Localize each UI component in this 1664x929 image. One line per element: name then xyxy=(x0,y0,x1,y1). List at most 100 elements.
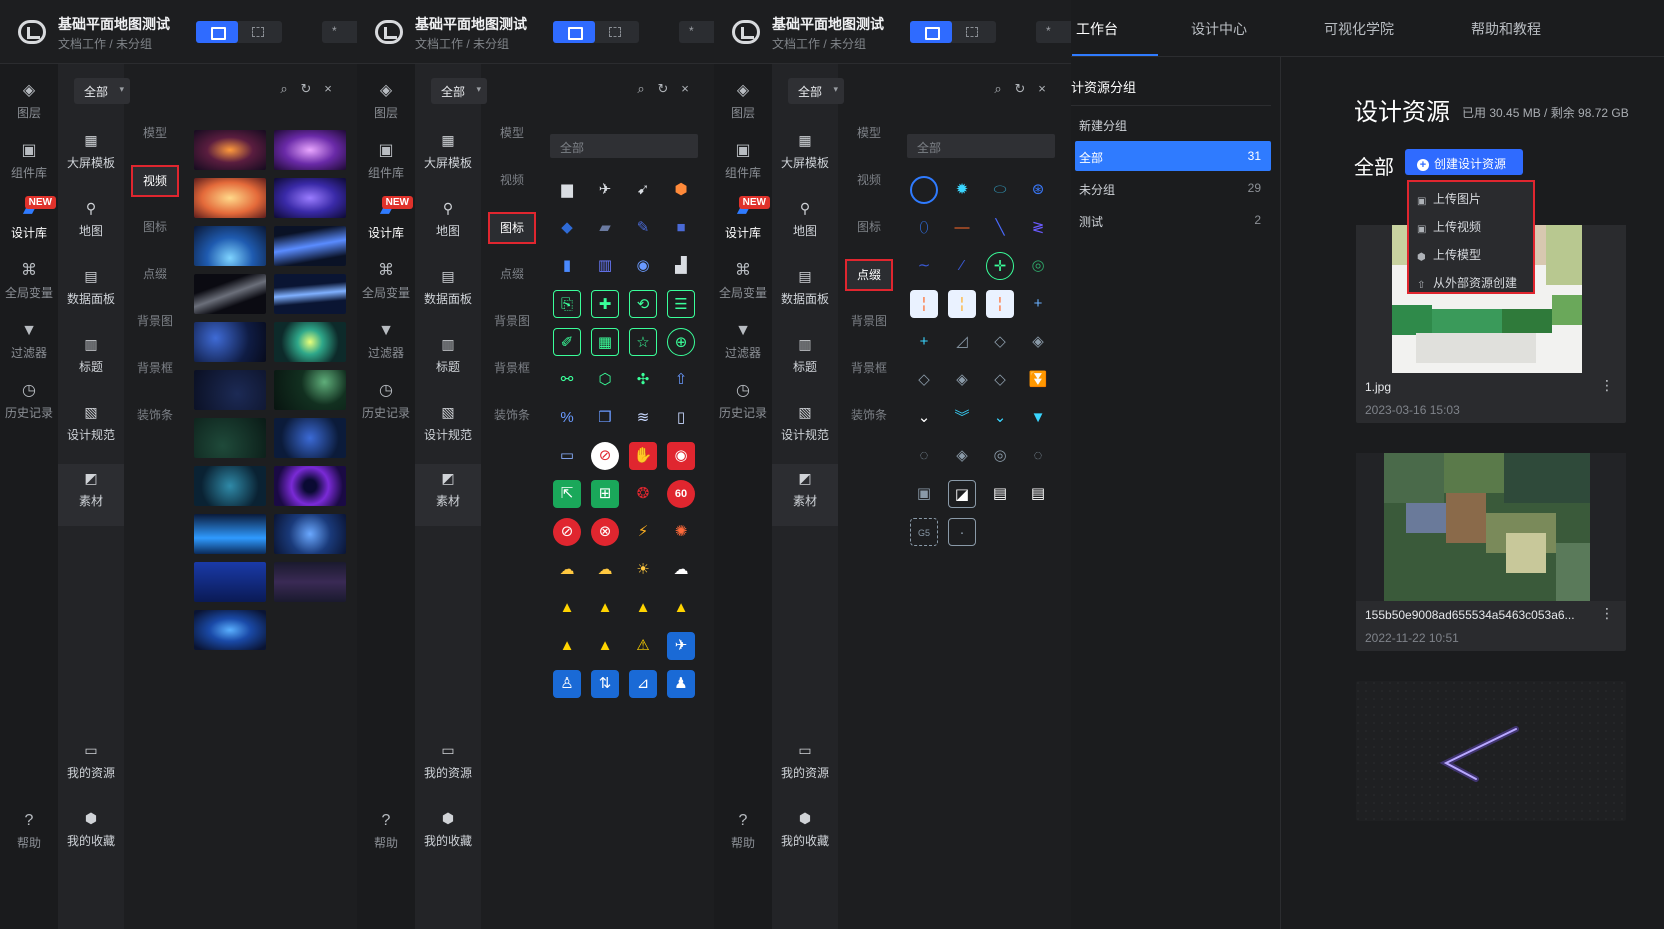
square-dot-icon[interactable]: · xyxy=(948,518,976,546)
video-thumb[interactable] xyxy=(194,178,266,218)
cat-template[interactable]: ▦ 大屏模板 xyxy=(772,126,838,188)
video-thumb[interactable] xyxy=(194,514,266,554)
circle-swirl-icon[interactable]: ◎ xyxy=(986,442,1014,470)
type-ornament[interactable]: 点缀 xyxy=(838,259,900,306)
corner-icon[interactable]: ◿ xyxy=(948,328,976,356)
medical-icon[interactable]: ✚ xyxy=(591,290,619,318)
video-thumb[interactable] xyxy=(274,226,346,266)
nav-design-library[interactable]: NEW ▰ 设计库 xyxy=(0,196,58,262)
close-icon[interactable]: × xyxy=(678,82,692,96)
edit-mode-icon[interactable] xyxy=(910,21,952,43)
bed-icon[interactable]: ⊞ xyxy=(591,480,619,508)
nav-variables[interactable]: ⌘ 全局变量 xyxy=(357,262,415,322)
group-item[interactable]: 测试 2 xyxy=(1075,205,1271,235)
type-ornament[interactable]: 点缀 xyxy=(124,259,186,306)
edit-mode-icon[interactable] xyxy=(196,21,238,43)
plane-icon[interactable]: ✈ xyxy=(591,176,619,204)
mode-switch[interactable] xyxy=(196,21,282,43)
cat-material[interactable]: ◩ 素材 xyxy=(58,464,124,526)
cat-panel[interactable]: ▤ 数据面板 xyxy=(58,262,124,324)
nodes-icon[interactable]: ✣ xyxy=(629,366,657,394)
cat-my-resources[interactable]: ▭ 我的资源 xyxy=(772,736,838,798)
cat-title[interactable]: ▥ 标题 xyxy=(58,330,124,392)
cat-panel[interactable]: ▤ 数据面板 xyxy=(415,262,481,324)
preview-mode-icon[interactable] xyxy=(252,27,264,37)
type-bar[interactable]: 装饰条 xyxy=(481,400,543,447)
cat-favorites[interactable]: ⬢ 我的收藏 xyxy=(415,804,481,866)
orbit-icon[interactable]: ⊛ xyxy=(1024,176,1052,204)
cube-icon[interactable]: ■ xyxy=(667,214,695,242)
door-icon[interactable]: ▯ xyxy=(667,404,695,432)
cat-spec[interactable]: ▧ 设计规范 xyxy=(772,398,838,460)
cat-favorites[interactable]: ⬢ 我的收藏 xyxy=(772,804,838,866)
diamond-arrows-icon[interactable]: ◈ xyxy=(948,366,976,394)
refresh-icon[interactable]: ↻ xyxy=(1013,82,1027,96)
arc-icon[interactable]: ⁄ xyxy=(948,252,976,280)
extra-chip[interactable]: * xyxy=(1036,21,1076,43)
no-parking-icon[interactable]: ⊘ xyxy=(553,518,581,546)
refresh-icon[interactable]: ↻ xyxy=(656,82,670,96)
plus-cyan-icon[interactable]: + xyxy=(910,328,938,356)
arrows-out-icon[interactable]: ◇ xyxy=(910,366,938,394)
video-thumb[interactable] xyxy=(194,370,266,410)
video-thumb[interactable] xyxy=(194,610,266,650)
cat-panel[interactable]: ▤ 数据面板 xyxy=(772,262,838,324)
type-icon[interactable]: 图标 xyxy=(838,212,900,259)
nav-layers[interactable]: ◈ 图层 xyxy=(0,82,58,142)
cabinet2-icon[interactable]: ▤ xyxy=(1024,480,1052,508)
tab-design-center[interactable]: 设计中心 xyxy=(1191,19,1247,39)
network-icon[interactable]: ⚯ xyxy=(553,366,581,394)
diamond-arrows2-icon[interactable]: ◇ xyxy=(986,366,1014,394)
resource-card[interactable]: 155b50e9008ad655534a5463c053a6... 2022-1… xyxy=(1356,453,1626,651)
type-bar[interactable]: 装饰条 xyxy=(838,400,900,447)
video-thumb[interactable] xyxy=(194,130,266,170)
mode-switch[interactable] xyxy=(910,21,996,43)
cat-spec[interactable]: ▧ 设计规范 xyxy=(58,398,124,460)
type-background[interactable]: 背景图 xyxy=(124,306,186,353)
stairs-icon[interactable]: ⊿ xyxy=(629,670,657,698)
warning-fire-icon[interactable]: ▲ xyxy=(553,594,581,622)
preview-mode-icon[interactable] xyxy=(966,27,978,37)
video-thumb[interactable] xyxy=(274,418,346,458)
video-thumb[interactable] xyxy=(194,274,266,314)
video-thumb[interactable] xyxy=(194,418,266,458)
cat-spec[interactable]: ▧ 设计规范 xyxy=(415,398,481,460)
circle-dot-icon[interactable]: ◌ xyxy=(1024,442,1052,470)
chevron-marker-icon[interactable]: ⌄ xyxy=(910,404,938,432)
train-icon[interactable]: ▆ xyxy=(553,176,581,204)
filter-all-select[interactable]: 全部 xyxy=(788,78,844,104)
diamond-dot-icon[interactable]: ◈ xyxy=(1024,328,1052,356)
pen-icon[interactable]: ✎ xyxy=(629,214,657,242)
search-icon[interactable]: ⌕ xyxy=(991,82,1005,96)
spiral-icon[interactable]: ◎ xyxy=(1024,252,1052,280)
wave-icon[interactable]: ∼ xyxy=(910,252,938,280)
type-video[interactable]: 视频 xyxy=(481,165,543,212)
grid-icon[interactable]: ▦ xyxy=(591,328,619,356)
light-pole2-icon[interactable]: ¦ xyxy=(948,290,976,318)
new-group-button[interactable]: 新建分组 xyxy=(1075,109,1271,139)
double-chevron2-icon[interactable]: ︾ xyxy=(948,404,976,432)
frame-corner-icon[interactable]: ◪ xyxy=(948,480,976,508)
cloud-sun2-icon[interactable]: ☁ xyxy=(591,556,619,584)
video-thumb[interactable] xyxy=(274,274,346,314)
document-icon[interactable]: ⎘ xyxy=(553,290,581,318)
triangle-down-icon[interactable]: ▼ xyxy=(1024,404,1052,432)
type-icon[interactable]: 图标 xyxy=(481,212,543,259)
refresh-icon[interactable]: ↻ xyxy=(299,82,313,96)
app-logo-icon[interactable] xyxy=(18,20,46,44)
warning-worker-icon[interactable]: ▲ xyxy=(553,632,581,660)
video-thumb[interactable] xyxy=(274,130,346,170)
people-icon[interactable]: ♙ xyxy=(553,670,581,698)
speed-limit-icon[interactable]: 60 xyxy=(667,480,695,508)
cloud-sun-icon[interactable]: ☁ xyxy=(553,556,581,584)
edit-icon[interactable]: ✐ xyxy=(553,328,581,356)
cat-map[interactable]: ⚲ 地图 xyxy=(772,194,838,256)
nav-layers[interactable]: ◈ 图层 xyxy=(714,82,772,142)
nav-history[interactable]: ◷ 历史记录 xyxy=(357,382,415,442)
box-icon[interactable]: ❒ xyxy=(591,404,619,432)
frame-target-icon[interactable]: ▣ xyxy=(910,480,938,508)
extra-chip[interactable]: * xyxy=(322,21,362,43)
cat-title[interactable]: ▥ 标题 xyxy=(772,330,838,392)
cat-map[interactable]: ⚲ 地图 xyxy=(415,194,481,256)
building-icon[interactable]: ▥ xyxy=(591,252,619,280)
